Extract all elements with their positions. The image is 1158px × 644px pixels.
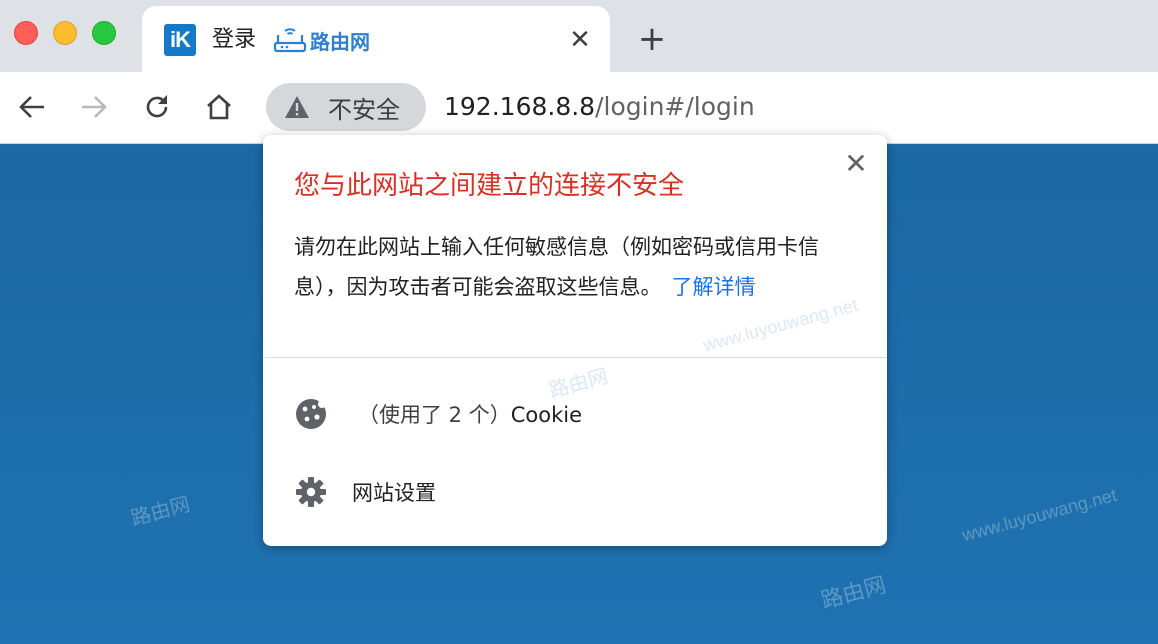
arrow-right-icon: [82, 96, 107, 118]
cookies-row[interactable]: （使用了 2 个）Cookie: [294, 396, 582, 432]
watermark-logo: 路由网: [818, 571, 889, 614]
window-close-button[interactable]: [14, 21, 38, 45]
reload-icon: [146, 95, 168, 118]
cookie-icon: [296, 399, 326, 429]
address-bar[interactable]: 192.168.8.8/login#/login: [444, 89, 755, 125]
popup-divider: [263, 357, 887, 358]
router-icon: [273, 28, 307, 53]
warning-icon: [285, 96, 309, 118]
tab-logo: 路由网: [272, 20, 370, 60]
watermark-text: www.luyouwang.net: [959, 484, 1119, 546]
security-popup: ✕ 您与此网站之间建立的连接不安全 请勿在此网站上输入任何敏感信息（例如密码或信…: [263, 135, 887, 546]
popup-close-icon[interactable]: ✕: [841, 149, 871, 179]
window-zoom-button[interactable]: [92, 21, 116, 45]
window-minimize-button[interactable]: [53, 21, 77, 45]
url-path: /login#/login: [595, 92, 755, 121]
url-host: 192.168.8.8: [444, 92, 596, 121]
watermark-logo: 路由网: [128, 493, 193, 531]
popup-title: 您与此网站之间建立的连接不安全: [294, 171, 685, 201]
arrow-left-icon: [19, 96, 44, 118]
tab-logo-text: 路由网: [310, 29, 370, 54]
security-indicator[interactable]: 不安全: [266, 83, 426, 131]
back-button[interactable]: [13, 88, 51, 126]
active-tab[interactable]: iK 登录 路由网 ✕: [142, 6, 610, 72]
popup-description: 请勿在此网站上输入任何敏感信息（例如密码或信用卡信息），因为攻击者可能会盗取这些…: [294, 227, 864, 307]
home-icon: [207, 94, 231, 120]
tab-title: 登录: [212, 27, 257, 52]
tab-close-icon[interactable]: ✕: [564, 24, 596, 56]
toolbar: 不安全 192.168.8.8/login#/login: [0, 72, 1158, 144]
favicon-icon: iK: [164, 24, 196, 56]
browser-window: iK 登录 路由网 ✕ + 不安全 192.168.8.8/login#/log…: [0, 0, 1158, 644]
site-settings-row[interactable]: 网站设置: [294, 474, 436, 510]
security-label: 不安全: [328, 95, 400, 124]
home-button[interactable]: [200, 88, 238, 126]
site-settings-label: 网站设置: [352, 481, 436, 505]
new-tab-button[interactable]: +: [634, 22, 670, 58]
forward-button[interactable]: [75, 88, 113, 126]
gear-icon: [296, 477, 326, 507]
learn-more-link[interactable]: 了解详情: [672, 275, 756, 299]
reload-button[interactable]: [138, 88, 176, 126]
tab-strip: iK 登录 路由网 ✕ +: [0, 0, 1158, 72]
cookies-label: （使用了 2 个）Cookie: [358, 399, 582, 429]
cookies-count: （使用了 2 个）: [358, 403, 511, 427]
cookies-text: Cookie: [510, 403, 582, 427]
